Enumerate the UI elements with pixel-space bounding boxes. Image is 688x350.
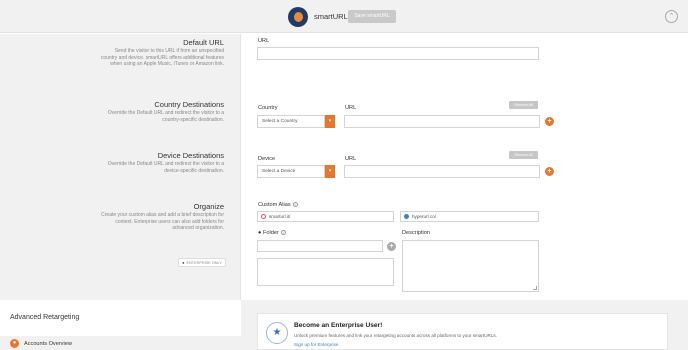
country-url-input[interactable] bbox=[344, 115, 540, 128]
advanced-retargeting-heading: Advanced Retargeting bbox=[10, 314, 80, 321]
plus-circle-icon[interactable]: + bbox=[545, 167, 554, 176]
plus-circle-icon[interactable]: + bbox=[387, 242, 396, 251]
smarturl-alias-input[interactable]: smarturl.it/ bbox=[257, 211, 394, 222]
description-textarea[interactable] bbox=[402, 240, 539, 292]
country-label: Country bbox=[258, 105, 278, 111]
country-description: Override the Default URL and redirect th… bbox=[107, 110, 224, 123]
folder-input[interactable] bbox=[257, 240, 383, 252]
default-url-input[interactable] bbox=[257, 47, 539, 60]
device-heading: Device Destinations bbox=[157, 151, 224, 160]
device-description: Override the Default URL and redirect th… bbox=[107, 161, 224, 174]
hyperurl-alias-input[interactable]: hyperurl.co/ bbox=[400, 211, 539, 222]
save-button[interactable]: Save smartURL bbox=[348, 10, 396, 23]
country-url-label: URL bbox=[345, 105, 357, 111]
organize-description: Create your custom alias and add a brief… bbox=[101, 212, 224, 232]
resize-handle-icon[interactable] bbox=[533, 286, 537, 290]
radio-icon[interactable] bbox=[404, 214, 409, 219]
dropdown-arrow-icon[interactable]: ▾ bbox=[325, 115, 335, 128]
country-heading: Country Destinations bbox=[154, 100, 224, 109]
device-remove-all-button[interactable]: Remove All bbox=[509, 151, 538, 159]
device-url-input[interactable] bbox=[344, 165, 540, 178]
default-url-description: Send the visitor to this URL if from an … bbox=[100, 48, 224, 68]
folder-list[interactable] bbox=[257, 258, 394, 286]
country-select[interactable]: Select a Country bbox=[257, 115, 325, 128]
device-select[interactable]: Select a Device bbox=[257, 165, 325, 178]
enterprise-title: Become an Enterprise User! bbox=[294, 322, 383, 329]
page-title: smartURL bbox=[314, 12, 348, 21]
custom-alias-label: Custom Alias i bbox=[258, 202, 298, 208]
device-label: Device bbox=[258, 156, 276, 162]
chevron-up-icon[interactable]: ⌃ bbox=[665, 10, 678, 23]
device-url-label: URL bbox=[345, 156, 357, 162]
organize-heading: Organize bbox=[193, 202, 224, 211]
country-remove-all-button[interactable]: Remove All bbox=[509, 101, 538, 109]
enterprise-description: Unlock premium features and link your re… bbox=[294, 333, 497, 338]
dropdown-arrow-icon[interactable]: ▾ bbox=[325, 165, 335, 178]
enterprise-signup-link[interactable]: Sign up for Enterprise bbox=[294, 342, 338, 347]
person-icon: ● bbox=[10, 339, 19, 348]
info-icon: i bbox=[280, 230, 286, 236]
folder-label: ● Folder i bbox=[258, 230, 286, 236]
info-icon: i bbox=[292, 202, 298, 208]
plus-circle-icon[interactable]: + bbox=[545, 117, 554, 126]
avatar bbox=[288, 7, 308, 27]
default-url-label: URL bbox=[258, 38, 270, 44]
radio-icon[interactable] bbox=[261, 214, 266, 219]
description-label: Description bbox=[402, 230, 430, 236]
enterprise-only-badge: ENTERPRISE ONLY bbox=[178, 258, 226, 267]
default-url-heading: Default URL bbox=[183, 38, 224, 47]
star-icon: ★ bbox=[266, 322, 288, 344]
accounts-overview-label: Accounts Overview bbox=[24, 341, 72, 347]
